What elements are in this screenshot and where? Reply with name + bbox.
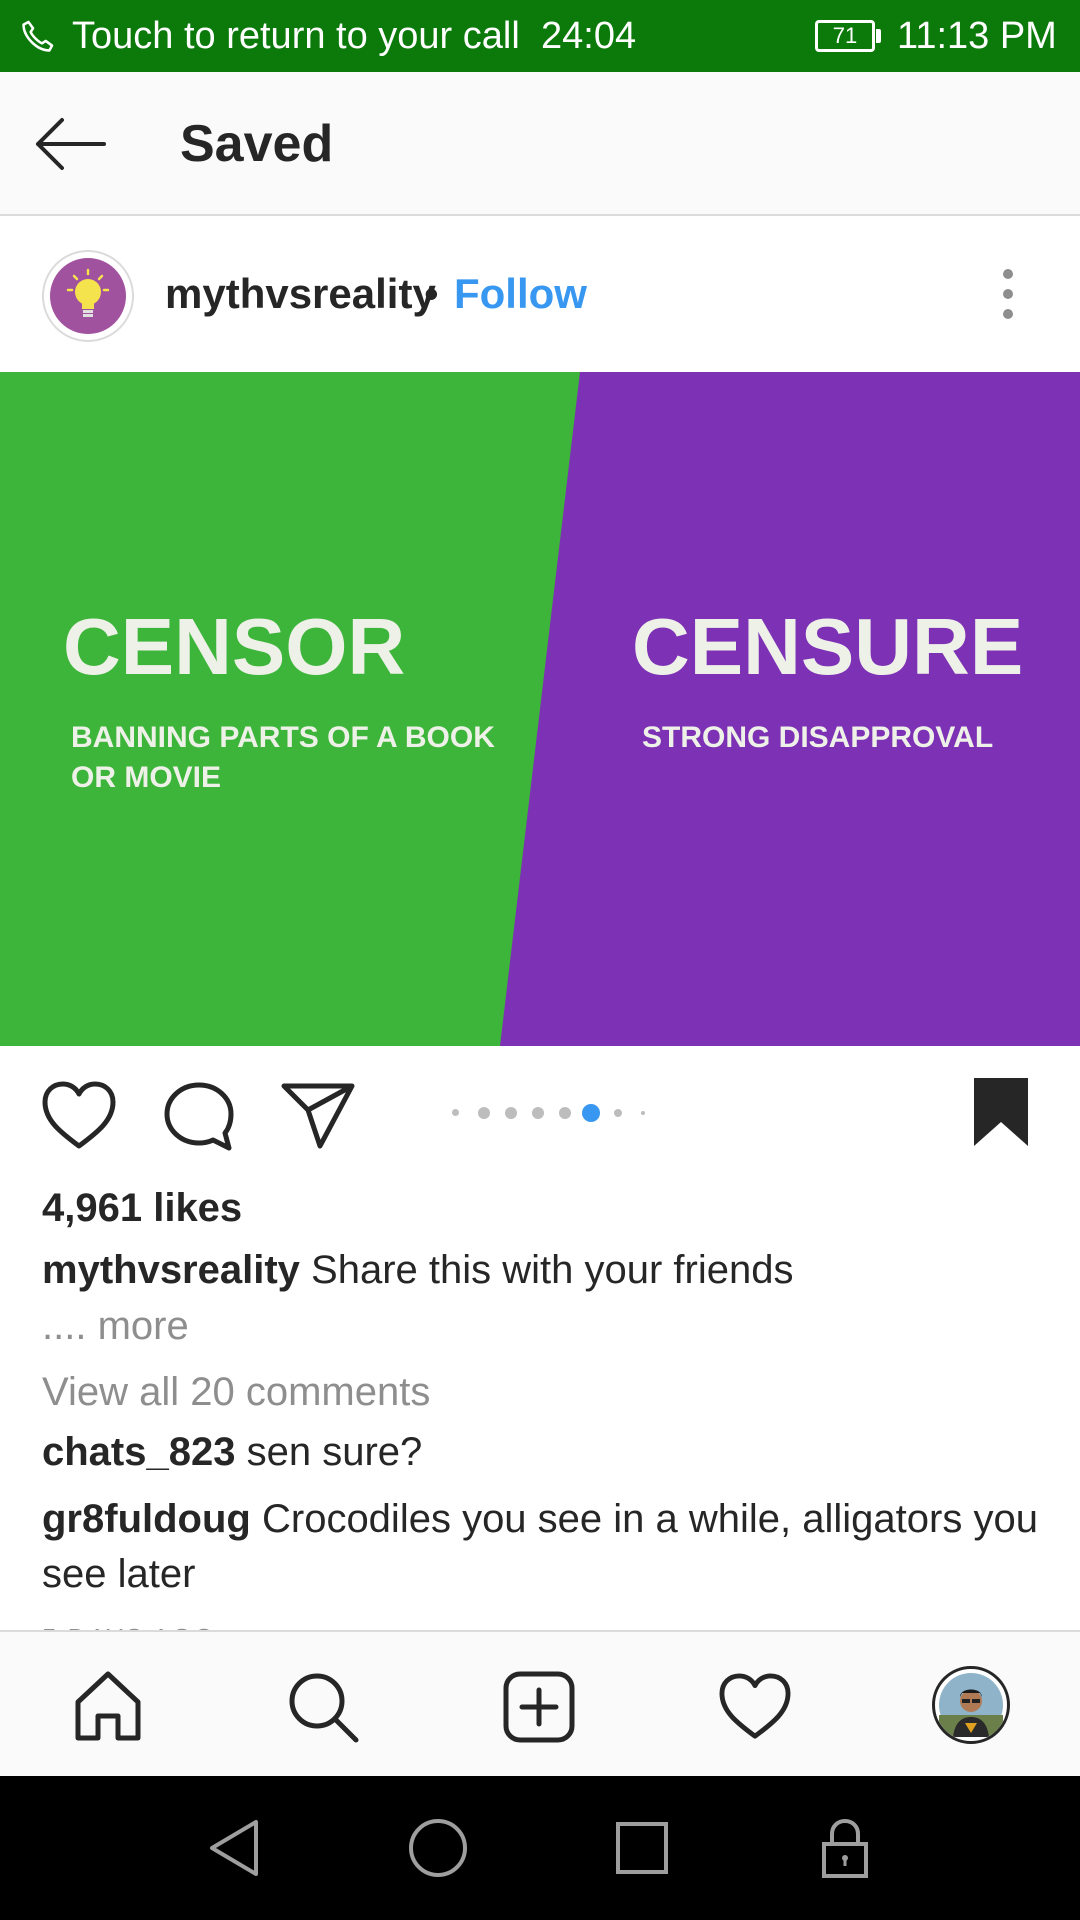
speech-bubble-icon[interactable] — [162, 1080, 236, 1154]
carousel-dot — [452, 1109, 459, 1116]
bookmark-filled-icon[interactable] — [972, 1076, 1030, 1148]
battery-tip — [876, 29, 881, 43]
caption-username[interactable]: mythvsreality — [42, 1248, 300, 1292]
call-timer: 24:04 — [541, 15, 637, 57]
image-left-subtitle-1: BANNING PARTS OF A BOOK — [71, 721, 495, 754]
carousel-dot — [478, 1107, 490, 1119]
image-right-title: CENSURE — [632, 602, 1024, 691]
call-return-text[interactable]: Touch to return to your call — [72, 0, 520, 72]
profile-photo-icon — [939, 1673, 1003, 1737]
bottom-navigation — [0, 1630, 1080, 1776]
image-background — [0, 372, 1080, 1046]
activity-heart-icon[interactable] — [716, 1672, 794, 1742]
search-icon[interactable] — [286, 1670, 360, 1744]
paper-plane-icon[interactable] — [280, 1082, 356, 1150]
caption-text: Share this with your friends — [311, 1248, 794, 1292]
lightbulb-icon — [66, 268, 110, 317]
more-options-icon[interactable] — [990, 266, 1030, 322]
post-username[interactable]: mythvsreality — [165, 268, 436, 320]
carousel-indicator — [440, 1104, 660, 1124]
view-all-comments-link[interactable]: View all 20 comments — [42, 1366, 430, 1418]
carousel-dot — [505, 1107, 517, 1119]
comment-text: sen sure? — [246, 1430, 423, 1474]
account-avatar[interactable] — [42, 250, 134, 342]
home-icon[interactable] — [72, 1670, 144, 1742]
recents-square-icon[interactable] — [614, 1820, 670, 1876]
comment-username[interactable]: chats_823 — [42, 1430, 235, 1474]
username-separator: • — [424, 270, 439, 317]
app-header: Saved — [0, 72, 1080, 216]
carousel-dot — [614, 1109, 622, 1117]
back-arrow-icon[interactable] — [30, 112, 110, 176]
new-post-icon[interactable] — [502, 1670, 576, 1744]
carousel-dot — [559, 1107, 571, 1119]
caption-more-link[interactable]: .... more — [42, 1300, 189, 1352]
battery-level: 71 — [832, 23, 858, 48]
lock-icon[interactable] — [820, 1816, 870, 1880]
system-navigation-bar — [0, 1776, 1080, 1920]
page-title: Saved — [180, 115, 334, 173]
home-circle-icon[interactable] — [408, 1818, 468, 1878]
clock: 11:13 PM — [897, 15, 1057, 57]
comment-username[interactable]: gr8fuldoug — [42, 1497, 251, 1541]
image-left-title: CENSOR — [63, 602, 406, 691]
profile-avatar[interactable] — [932, 1666, 1010, 1744]
follow-button[interactable]: Follow — [454, 268, 587, 320]
status-bar[interactable]: Touch to return to your call 24:04 71 11… — [0, 0, 1080, 72]
image-right-panel — [500, 372, 1080, 1046]
battery-icon: 71 — [815, 20, 875, 52]
phone-icon — [22, 20, 54, 52]
comment-item: gr8fuldoug Crocodiles you see in a while… — [42, 1492, 1042, 1602]
lightbulb-avatar-bg — [50, 258, 126, 334]
comment-item: chats_823 sen sure? — [42, 1425, 1042, 1480]
post-image[interactable]: CENSOR BANNING PARTS OF A BOOK OR MOVIE … — [0, 372, 1080, 1046]
carousel-dot-active — [582, 1104, 600, 1122]
back-triangle-icon[interactable] — [206, 1816, 262, 1880]
carousel-dot — [641, 1111, 645, 1115]
carousel-dot — [532, 1107, 544, 1119]
likes-count[interactable]: 4,961 likes — [42, 1182, 242, 1234]
image-left-subtitle-2: OR MOVIE — [71, 761, 222, 794]
image-right-subtitle: STRONG DISAPPROVAL — [642, 721, 994, 754]
heart-outline-icon[interactable] — [40, 1080, 118, 1152]
post-caption: mythvsreality Share this with your frien… — [42, 1244, 1042, 1296]
